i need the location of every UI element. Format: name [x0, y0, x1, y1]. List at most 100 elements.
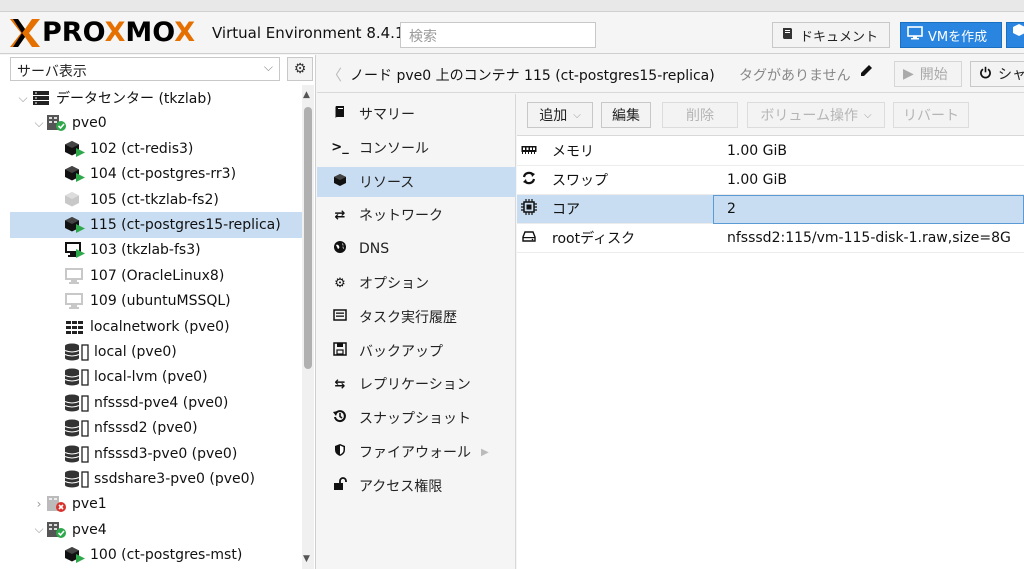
documentation-button[interactable]: ドキュメント	[772, 22, 890, 48]
tree-item-label: nfsssd2 (pve0)	[94, 420, 198, 437]
exchange-icon: ⇄	[334, 207, 346, 223]
tree-item[interactable]: nfsssd3-pve0 (pve0)	[10, 441, 302, 467]
menu-item[interactable]: ⇄ ネットワーク	[317, 200, 516, 230]
create-vm-button[interactable]: VMを作成	[900, 22, 1002, 48]
tree-item-label: local (pve0)	[94, 344, 177, 360]
node-offline-icon	[46, 495, 68, 513]
tree-item-label: 109 (ubuntuMSSQL)	[90, 293, 231, 310]
tree-item-label: pve4	[72, 521, 107, 538]
chevron-down-icon[interactable]: ⌵	[16, 91, 30, 106]
power-icon	[979, 66, 992, 83]
revert-button[interactable]: リバート	[893, 102, 969, 128]
chevron-down-icon[interactable]: ⌵	[32, 522, 46, 537]
tree-item[interactable]: 100 (ct-postgres-mst)	[10, 542, 302, 568]
tree-item[interactable]: ⌵ データセンター (tkzlab)	[10, 85, 302, 111]
chevron-left-icon[interactable]: 〈	[327, 64, 342, 85]
resource-row[interactable]: rootディスク nfsssd2:115/vm-115-disk-1.raw,si…	[517, 224, 1024, 253]
menu-item[interactable]: >_ コンソール	[317, 133, 516, 163]
tree-item[interactable]: local-lvm (pve0)	[10, 364, 302, 390]
cpu-icon	[521, 199, 537, 219]
shutdown-label: シャ	[998, 67, 1024, 83]
gear-icon[interactable]: ⚙	[287, 57, 313, 81]
start-button[interactable]: ▶ 開始	[894, 61, 962, 87]
resource-value: 1.00 GiB	[727, 143, 787, 159]
vm-running-icon	[64, 241, 86, 259]
tree-item-label: 103 (tkzlab-fs3)	[90, 242, 201, 259]
view-selector[interactable]: サーバ表示 ⌵	[10, 57, 280, 81]
pencil-icon[interactable]	[860, 64, 873, 81]
cube-icon	[1012, 24, 1024, 41]
tree-item[interactable]: 103 (tkzlab-fs3)	[10, 237, 302, 263]
menu-item[interactable]: ファイアウォール ▶	[317, 437, 516, 467]
tree-item[interactable]: 107 (OracleLinux8)	[10, 263, 302, 289]
terminal-icon: >_	[331, 140, 349, 156]
resource-row[interactable]: コア 2	[517, 195, 1024, 224]
menu-item-label: コンソール	[359, 140, 429, 157]
menu-item-label: バックアップ	[359, 343, 443, 360]
menu-item[interactable]: アクセス権限	[317, 471, 516, 501]
globe-icon	[331, 240, 349, 258]
menu-item[interactable]: サマリー	[317, 99, 516, 129]
start-label: 開始	[919, 67, 948, 83]
tree-item[interactable]: 104 (ct-postgres-rr3)	[10, 161, 302, 187]
tree-item[interactable]: localnetwork (pve0)	[10, 314, 302, 340]
tree-item[interactable]: ssdshare3-pve0 (pve0)	[10, 466, 302, 492]
chevron-right-icon[interactable]: ›	[32, 497, 46, 511]
proxmox-x-mark-icon	[10, 19, 40, 47]
node-online-icon	[46, 114, 68, 132]
add-button[interactable]: 追加 ⌵	[527, 102, 593, 128]
tree-item-label: ssdshare3-pve0 (pve0)	[94, 471, 255, 487]
content-title-bar: 〈 ノード pve0 上のコンテナ 115 (ct-postgres15-rep…	[317, 55, 1024, 93]
view-selector-value: サーバ表示	[17, 64, 87, 80]
search-input[interactable]: 検索	[400, 22, 596, 48]
menu-item[interactable]: ⇆ レプリケーション	[317, 369, 516, 399]
tree-item[interactable]: nfsssd2 (pve0)	[10, 415, 302, 441]
tags-label: タグがありません	[739, 68, 851, 84]
proxmox-logo[interactable]: PROXMOX	[10, 19, 195, 47]
resource-row[interactable]: スワップ 1.00 GiB	[517, 166, 1024, 195]
shutdown-button[interactable]: シャ	[970, 61, 1024, 87]
tree-item[interactable]: ⌵ pve4	[10, 517, 302, 543]
volume-action-button[interactable]: ボリューム操作 ⌵	[747, 102, 885, 128]
scroll-up-arrow-icon[interactable]: ▲	[303, 90, 310, 100]
remove-button[interactable]: 削除	[662, 102, 738, 128]
tree-scrollbar-thumb[interactable]	[304, 107, 312, 369]
resource-value: 2	[727, 201, 736, 217]
menu-item[interactable]: タスク実行履歴	[317, 302, 516, 332]
edit-button[interactable]: 編集	[601, 102, 651, 128]
menu-item[interactable]: ⚙ オプション	[317, 268, 516, 298]
resource-name: メモリ	[552, 144, 594, 160]
menu-item[interactable]: DNS	[317, 234, 516, 264]
browser-chrome-strip	[0, 0, 1024, 12]
tree-item[interactable]: 105 (ct-tkzlab-fs2)	[10, 187, 302, 213]
menu-item[interactable]: リソース	[317, 166, 516, 197]
tree-item-label: local-lvm (pve0)	[94, 369, 208, 386]
tree-item[interactable]: local (pve0)	[10, 339, 302, 365]
network-grid-icon	[64, 318, 86, 336]
menu-item[interactable]: バックアップ	[317, 336, 516, 366]
chevron-down-icon[interactable]: ⌵	[32, 116, 46, 131]
proxmox-wordmark: PROXMOX	[42, 17, 196, 48]
floppy-icon	[331, 341, 349, 360]
container-running-icon	[64, 140, 86, 158]
container-running-icon	[64, 216, 86, 234]
container-running-icon	[64, 546, 86, 564]
menu-item[interactable]: スナップショット	[317, 403, 516, 433]
tree-item[interactable]: ⌵ pve0	[10, 110, 302, 136]
tree-item-label: 107 (OracleLinux8)	[90, 267, 225, 284]
resource-name: コア	[552, 202, 580, 218]
tree-item[interactable]: 115 (ct-postgres15-replica)	[10, 212, 302, 238]
create-ct-button[interactable]	[1006, 22, 1024, 48]
scroll-down-arrow-icon[interactable]: ▼	[303, 554, 310, 564]
tree-item[interactable]: 109 (ubuntuMSSQL)	[10, 288, 302, 314]
tree-item-label: 102 (ct-redis3)	[90, 140, 194, 157]
menu-item-label: サマリー	[359, 107, 415, 123]
tree-item-label: 115 (ct-postgres15-replica)	[90, 217, 281, 233]
book-icon	[331, 105, 349, 123]
menu-item-label: レプリケーション	[359, 377, 471, 394]
tree-item[interactable]: nfsssd-pve4 (pve0)	[10, 390, 302, 416]
tree-item[interactable]: 102 (ct-redis3)	[10, 136, 302, 162]
resource-row[interactable]: メモリ 1.00 GiB	[517, 137, 1024, 166]
storage-icon	[64, 419, 90, 437]
tree-item[interactable]: › pve1	[10, 491, 302, 517]
